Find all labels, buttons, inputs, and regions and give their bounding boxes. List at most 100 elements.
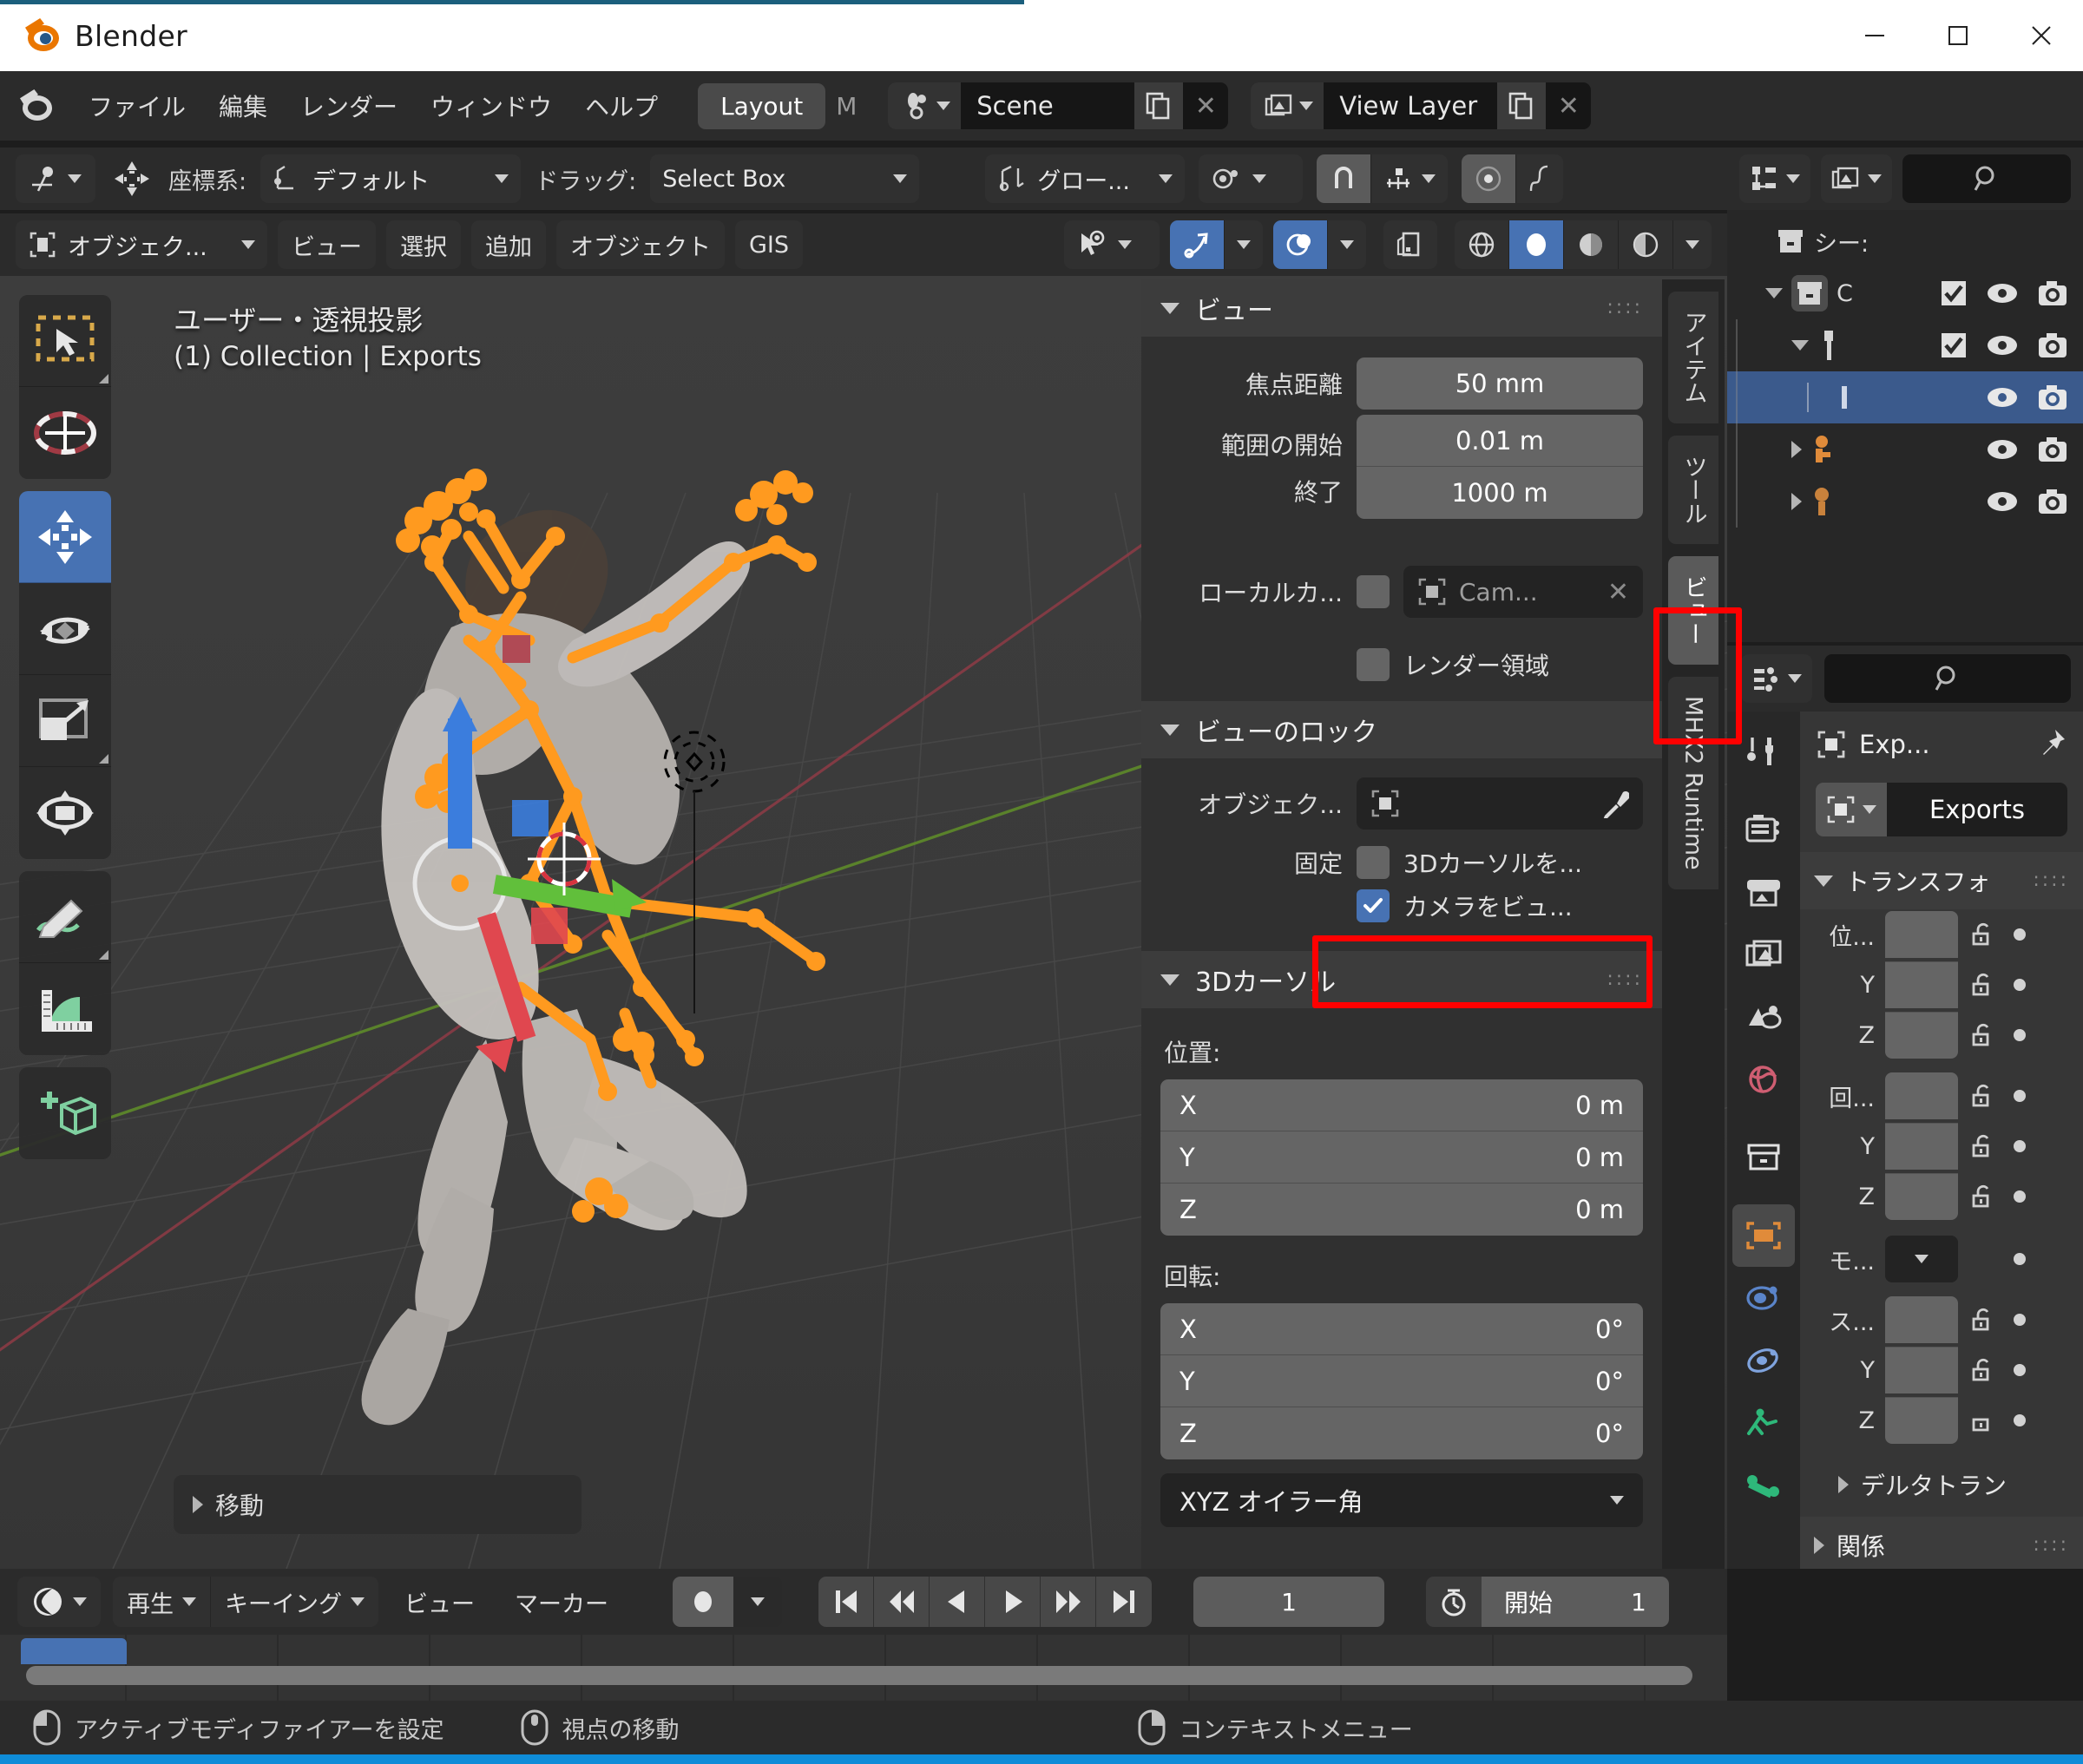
workspace-tab-modeling[interactable]: M xyxy=(827,83,865,129)
outliner-search-input[interactable] xyxy=(1902,154,2071,203)
cursor-rotation-z[interactable]: Z 0° xyxy=(1160,1407,1643,1459)
cursor-rotation-y[interactable]: Y 0° xyxy=(1160,1355,1643,1407)
cursor-tool[interactable] xyxy=(19,387,111,479)
view-panel-header[interactable]: ビュー :::: xyxy=(1141,279,1662,337)
viewport-menu-add[interactable]: 追加 xyxy=(471,220,546,269)
eye-icon[interactable] xyxy=(1986,333,2019,357)
workspace-tab-layout[interactable]: Layout xyxy=(698,82,826,129)
expand-triangle-icon[interactable] xyxy=(1791,340,1809,351)
prev-keyframe-button[interactable] xyxy=(874,1577,930,1627)
relations-panel-header[interactable]: 関係 :::: xyxy=(1800,1517,2083,1569)
annotate-tool[interactable] xyxy=(19,871,111,963)
local-camera-checkbox[interactable] xyxy=(1357,575,1390,608)
delete-view-layer-button[interactable]: ✕ xyxy=(1546,82,1591,129)
cursor-rotation-x[interactable]: X 0° xyxy=(1160,1303,1643,1355)
cursor-location-y[interactable]: Y0 m xyxy=(1160,1131,1643,1184)
menu-render[interactable]: レンダー xyxy=(286,82,411,129)
xray-toggle[interactable] xyxy=(1383,220,1437,269)
scene-selector[interactable]: Scene ✕ xyxy=(888,82,1229,129)
camera-icon[interactable] xyxy=(2038,332,2067,358)
view-layer-selector[interactable]: View Layer ✕ xyxy=(1251,82,1592,129)
drag-dropdown[interactable]: Select Box xyxy=(650,154,920,203)
outliner-display-mode-button[interactable] xyxy=(1821,154,1892,203)
use-preview-range-button[interactable] xyxy=(1426,1577,1482,1627)
render-region-checkbox[interactable] xyxy=(1357,648,1390,681)
lock-open-icon[interactable] xyxy=(1968,1182,1998,1211)
timeline-menu-keying[interactable]: キーイング xyxy=(211,1577,378,1627)
animate-property-dot[interactable] xyxy=(2014,1190,2026,1203)
object-name-field[interactable]: Exports xyxy=(1887,783,2067,836)
snap-dropdown[interactable]: グロー... xyxy=(985,154,1186,203)
outliner-editor-type-button[interactable] xyxy=(1739,154,1810,203)
properties-tab-render[interactable] xyxy=(1732,798,1795,861)
timeline-menu-marker[interactable]: マーカー xyxy=(501,1577,622,1627)
rotate-tool[interactable] xyxy=(19,583,111,675)
table-row[interactable] xyxy=(1727,475,2083,528)
viewport-menu-object[interactable]: オブジェクト xyxy=(556,220,725,269)
shading-material-button[interactable] xyxy=(1564,220,1619,269)
table-row[interactable] xyxy=(1727,423,2083,475)
table-row[interactable] xyxy=(1727,371,2083,423)
menu-edit[interactable]: 編集 xyxy=(205,82,281,129)
tweak-select-box-tool[interactable] xyxy=(19,295,111,387)
camera-icon[interactable] xyxy=(2038,489,2067,515)
proportional-editing-toggle[interactable] xyxy=(1462,154,1517,203)
scale-z-field[interactable] xyxy=(1885,1397,1958,1444)
camera-icon[interactable] xyxy=(2038,280,2067,306)
menu-file[interactable]: ファイル xyxy=(75,82,200,129)
delete-scene-button[interactable]: ✕ xyxy=(1183,82,1228,129)
scale-x-field[interactable] xyxy=(1885,1296,1958,1343)
play-reverse-button[interactable] xyxy=(930,1577,985,1627)
expand-triangle-icon[interactable] xyxy=(1791,493,1802,510)
sidebar-tab-item[interactable]: アイテム xyxy=(1668,292,1718,423)
auto-keyframe-toggle[interactable] xyxy=(673,1577,733,1627)
shading-dropdown[interactable] xyxy=(1673,220,1712,269)
close-button[interactable] xyxy=(2000,0,2083,71)
rotation-mode-dropdown[interactable]: XYZ オイラー角 xyxy=(1160,1473,1643,1527)
shading-mode-group[interactable] xyxy=(1455,220,1712,269)
checkbox-icon[interactable] xyxy=(1941,280,1967,306)
animate-property-dot[interactable] xyxy=(2014,979,2026,991)
cursor-location-z[interactable]: Z0 m xyxy=(1160,1184,1643,1236)
operator-redo-panel[interactable]: 移動 xyxy=(174,1475,582,1534)
location-z-field[interactable] xyxy=(1885,1012,1958,1059)
overlays-group[interactable] xyxy=(1273,220,1366,269)
expand-triangle-icon[interactable] xyxy=(1765,288,1783,298)
blender-menu-icon[interactable] xyxy=(19,88,56,124)
properties-tab-scene[interactable] xyxy=(1732,986,1795,1048)
scene-name[interactable]: Scene xyxy=(961,82,1134,129)
cursor-lock-checkbox[interactable] xyxy=(1357,846,1390,879)
properties-tab-object-constraint[interactable] xyxy=(1732,1392,1795,1454)
gizmo-group[interactable] xyxy=(1170,220,1263,269)
minimize-button[interactable] xyxy=(1833,0,1916,71)
view-layer-name[interactable]: View Layer xyxy=(1324,82,1497,129)
lock-open-icon[interactable] xyxy=(1968,1355,1998,1385)
shading-solid-button[interactable] xyxy=(1509,220,1564,269)
object-id-block[interactable]: Exports xyxy=(1816,783,2067,836)
properties-tab-modifier[interactable] xyxy=(1732,1267,1795,1329)
snap-magnet-group[interactable] xyxy=(1317,154,1449,203)
pin-icon[interactable] xyxy=(2038,727,2067,763)
clip-end-field[interactable]: 1000 m xyxy=(1357,467,1643,519)
jump-to-start-button[interactable] xyxy=(818,1577,874,1627)
table-row[interactable]: C xyxy=(1727,267,2083,319)
location-y-field[interactable] xyxy=(1885,961,1958,1008)
animate-property-dot[interactable] xyxy=(2014,1314,2026,1326)
clip-start-field[interactable]: 0.01 m xyxy=(1357,415,1643,467)
local-camera-object-field[interactable]: Cam... ✕ xyxy=(1403,566,1643,618)
eye-icon[interactable] xyxy=(1986,437,2019,462)
active-tool-icon-button[interactable] xyxy=(16,154,95,203)
eye-icon[interactable] xyxy=(1986,385,2019,410)
properties-tab-physics[interactable] xyxy=(1732,1329,1795,1392)
measure-tool[interactable] xyxy=(19,963,111,1055)
delta-transform-subpanel[interactable]: デルタトラン xyxy=(1800,1458,2083,1512)
object-browse-button[interactable] xyxy=(1816,783,1887,836)
maximize-button[interactable] xyxy=(1916,0,2000,71)
gizmo-dropdown[interactable] xyxy=(1225,220,1263,269)
lock-object-field[interactable] xyxy=(1357,777,1643,830)
shading-wireframe-button[interactable] xyxy=(1455,220,1509,269)
play-button[interactable] xyxy=(985,1577,1041,1627)
animate-property-dot[interactable] xyxy=(2014,1253,2026,1265)
transform-panel-header[interactable]: トランスフォ :::: xyxy=(1800,852,2083,909)
sidebar-tab-view[interactable]: ビュー xyxy=(1668,556,1718,665)
